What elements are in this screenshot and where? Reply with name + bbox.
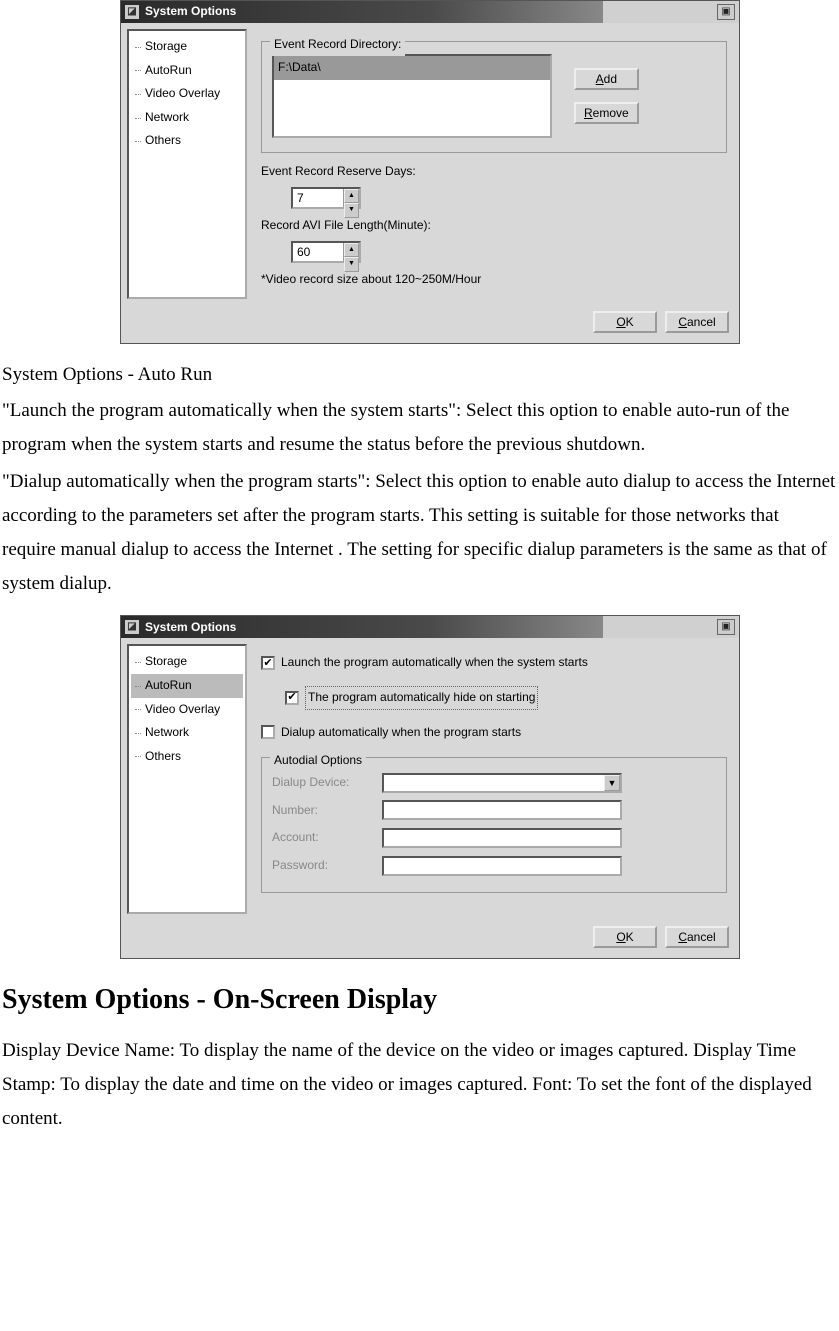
password-label: Password: — [272, 855, 372, 877]
paragraph-launch: "Launch the program automatically when t… — [2, 394, 837, 462]
ok-button[interactable]: OK — [593, 926, 657, 948]
titlebar[interactable]: ◪ System Options ▣ — [121, 1, 739, 23]
tree-item-autorun[interactable]: AutoRun — [131, 59, 243, 83]
dialup-device-label: Dialup Device: — [272, 772, 372, 794]
checkbox-hide-on-start[interactable]: ✔ The program automatically hide on star… — [285, 686, 538, 710]
group-label: Event Record Directory: — [270, 34, 405, 56]
chevron-up-icon[interactable]: ▲ — [344, 243, 359, 258]
reserve-days-spinner[interactable]: ▲▼ — [291, 187, 361, 209]
add-button[interactable]: Add — [574, 68, 639, 90]
tree-item-video-overlay[interactable]: Video Overlay — [131, 698, 243, 722]
avi-length-spinner[interactable]: ▲▼ — [291, 241, 361, 263]
system-options-dialog-storage: ◪ System Options ▣ Storage AutoRun Video… — [120, 0, 740, 344]
checkbox-unchecked-icon — [261, 725, 275, 739]
chevron-down-icon[interactable]: ▼ — [604, 775, 620, 791]
chevron-up-icon[interactable]: ▲ — [344, 189, 359, 204]
tree-item-network[interactable]: Network — [131, 721, 243, 745]
checkbox-dialup-auto[interactable]: Dialup automatically when the program st… — [261, 722, 521, 744]
restore-icon[interactable]: ▣ — [717, 4, 735, 20]
tree-item-autorun[interactable]: AutoRun — [131, 674, 243, 698]
ok-button[interactable]: OK — [593, 311, 657, 333]
video-size-note: *Video record size about 120~250M/Hour — [261, 269, 727, 291]
account-label: Account: — [272, 827, 372, 849]
app-icon: ◪ — [125, 5, 139, 19]
tree-item-video-overlay[interactable]: Video Overlay — [131, 82, 243, 106]
cancel-button[interactable]: Cancel — [665, 311, 729, 333]
group-label: Autodial Options — [270, 750, 366, 772]
checkbox-checked-icon: ✔ — [285, 691, 299, 705]
cancel-button[interactable]: Cancel — [665, 926, 729, 948]
window-title: System Options — [145, 617, 236, 639]
password-input[interactable] — [382, 856, 622, 876]
checkbox-checked-icon: ✔ — [261, 656, 275, 670]
tree-item-storage[interactable]: Storage — [131, 35, 243, 59]
heading-osd: System Options - On-Screen Display — [2, 975, 839, 1025]
paragraph-osd: Display Device Name: To display the name… — [2, 1034, 837, 1137]
checkbox-label: The program automatically hide on starti… — [305, 686, 538, 710]
remove-button[interactable]: Remove — [574, 102, 639, 124]
app-icon: ◪ — [125, 620, 139, 634]
event-record-directory-group: Event Record Directory: F:\Data\ Add Rem… — [261, 41, 727, 153]
checkbox-label: Dialup automatically when the program st… — [281, 722, 521, 744]
number-label: Number: — [272, 800, 372, 822]
directory-item[interactable]: F:\Data\ — [274, 56, 550, 80]
checkbox-label: Launch the program automatically when th… — [281, 652, 588, 674]
autodial-options-group: Autodial Options Dialup Device: ▼ Number… — [261, 757, 727, 893]
tree-item-storage[interactable]: Storage — [131, 650, 243, 674]
directory-listbox[interactable]: F:\Data\ — [272, 54, 552, 138]
reserve-days-input[interactable] — [293, 189, 343, 207]
restore-icon[interactable]: ▣ — [717, 619, 735, 635]
options-tree[interactable]: Storage AutoRun Video Overlay Network Ot… — [127, 644, 247, 914]
avi-length-input[interactable] — [293, 243, 343, 261]
account-input[interactable] — [382, 828, 622, 848]
window-title: System Options — [145, 1, 236, 23]
system-options-dialog-autorun: ◪ System Options ▣ Storage AutoRun Video… — [120, 615, 740, 959]
tree-item-network[interactable]: Network — [131, 106, 243, 130]
number-input[interactable] — [382, 800, 622, 820]
section-heading-autorun: System Options - Auto Run — [2, 358, 837, 392]
dialup-device-combo[interactable]: ▼ — [382, 773, 622, 793]
reserve-days-label: Event Record Reserve Days: — [261, 161, 727, 183]
paragraph-dialup: "Dialup automatically when the program s… — [2, 465, 837, 602]
avi-length-label: Record AVI File Length(Minute): — [261, 215, 727, 237]
titlebar[interactable]: ◪ System Options ▣ — [121, 616, 739, 638]
tree-item-others[interactable]: Others — [131, 129, 243, 153]
tree-item-others[interactable]: Others — [131, 745, 243, 769]
checkbox-launch-auto[interactable]: ✔ Launch the program automatically when … — [261, 652, 588, 674]
options-tree[interactable]: Storage AutoRun Video Overlay Network Ot… — [127, 29, 247, 299]
